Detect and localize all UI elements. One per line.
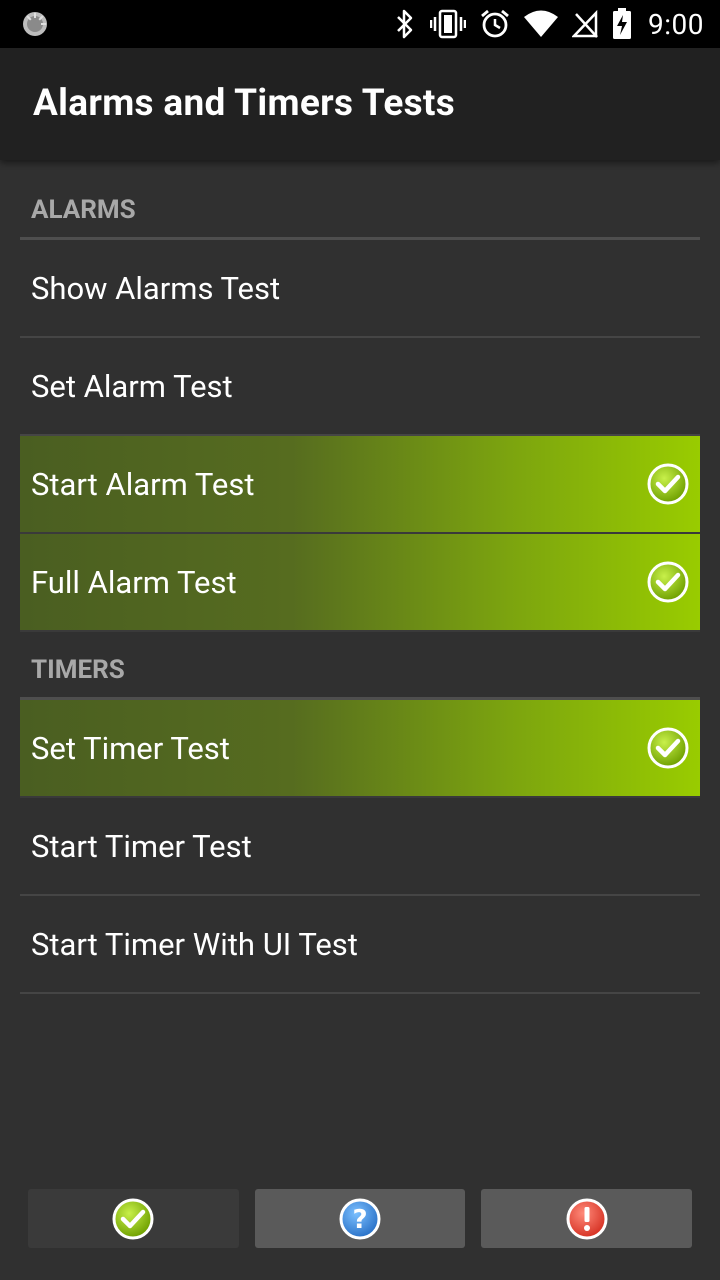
list-item-label: Start Alarm Test — [31, 465, 255, 503]
fail-button[interactable] — [481, 1189, 693, 1248]
vibrate-icon — [430, 9, 466, 39]
page-title: Alarms and Timers Tests — [33, 82, 456, 125]
section-header-label: TIMERS — [31, 655, 125, 685]
list-item-label: Full Alarm Test — [31, 563, 237, 601]
status-time: 9:00 — [648, 7, 704, 41]
list-item-full-alarm-test[interactable]: Full Alarm Test — [20, 534, 700, 632]
list-item-label: Start Timer Test — [31, 827, 252, 865]
info-question-icon: ? — [339, 1198, 381, 1239]
svg-text:?: ? — [352, 1205, 367, 1235]
pass-check-icon — [647, 561, 689, 603]
section-header-label: ALARMS — [31, 195, 136, 225]
list-item-label: Start Timer With UI Test — [31, 925, 358, 963]
app-bar: Alarms and Timers Tests — [0, 48, 720, 160]
section-header-timers: TIMERS — [20, 632, 700, 700]
pass-check-icon — [647, 727, 689, 769]
list-item-start-alarm-test[interactable]: Start Alarm Test — [20, 436, 700, 534]
list-item-start-timer-test[interactable]: Start Timer Test — [20, 798, 700, 896]
list-item-start-timer-with-ui-test[interactable]: Start Timer With UI Test — [20, 896, 700, 994]
list-item-set-alarm-test[interactable]: Set Alarm Test — [20, 338, 700, 436]
pass-check-icon — [112, 1198, 154, 1239]
pass-button[interactable] — [28, 1189, 239, 1248]
list-item-label: Set Timer Test — [31, 729, 230, 767]
bottom-button-bar: ? — [28, 1189, 693, 1248]
status-icons: 9:00 — [394, 6, 704, 42]
fail-exclamation-icon — [566, 1198, 608, 1239]
test-list: ALARMS Show Alarms Test Set Alarm Test S… — [20, 160, 700, 994]
no-signal-icon — [572, 10, 598, 38]
alarm-icon — [480, 9, 510, 39]
list-item-label: Show Alarms Test — [31, 269, 281, 307]
info-button[interactable]: ? — [254, 1189, 466, 1248]
battery-charging-icon — [612, 8, 632, 40]
bluetooth-icon — [394, 9, 416, 39]
pass-check-icon — [647, 463, 689, 505]
section-header-alarms: ALARMS — [20, 160, 700, 240]
status-bar: 9:00 — [0, 0, 720, 48]
list-item-set-timer-test[interactable]: Set Timer Test — [20, 700, 700, 798]
list-item-show-alarms-test[interactable]: Show Alarms Test — [20, 240, 700, 338]
wifi-icon — [524, 10, 558, 38]
loading-icon — [22, 11, 48, 37]
list-item-label: Set Alarm Test — [31, 367, 233, 405]
